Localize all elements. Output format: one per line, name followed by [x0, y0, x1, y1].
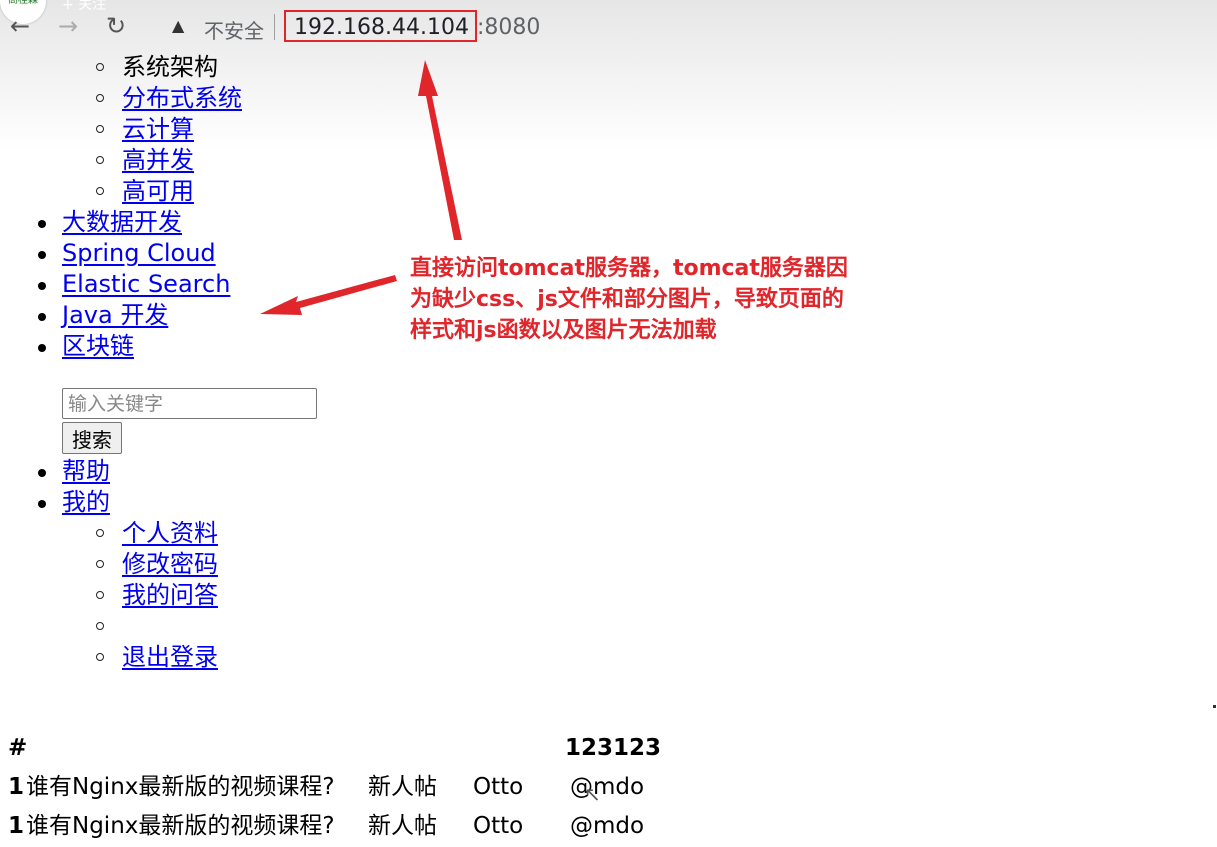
annotation-note: 直接访问tomcat服务器，tomcat服务器因为缺少css、js文件和部分图片…	[410, 256, 848, 343]
arrow-to-address-bar	[418, 60, 462, 240]
stray-dot	[1213, 705, 1216, 708]
arrow-to-menu	[260, 275, 397, 315]
annotation-arrows	[260, 60, 462, 315]
mouse-cursor-icon: ↖	[584, 782, 601, 806]
